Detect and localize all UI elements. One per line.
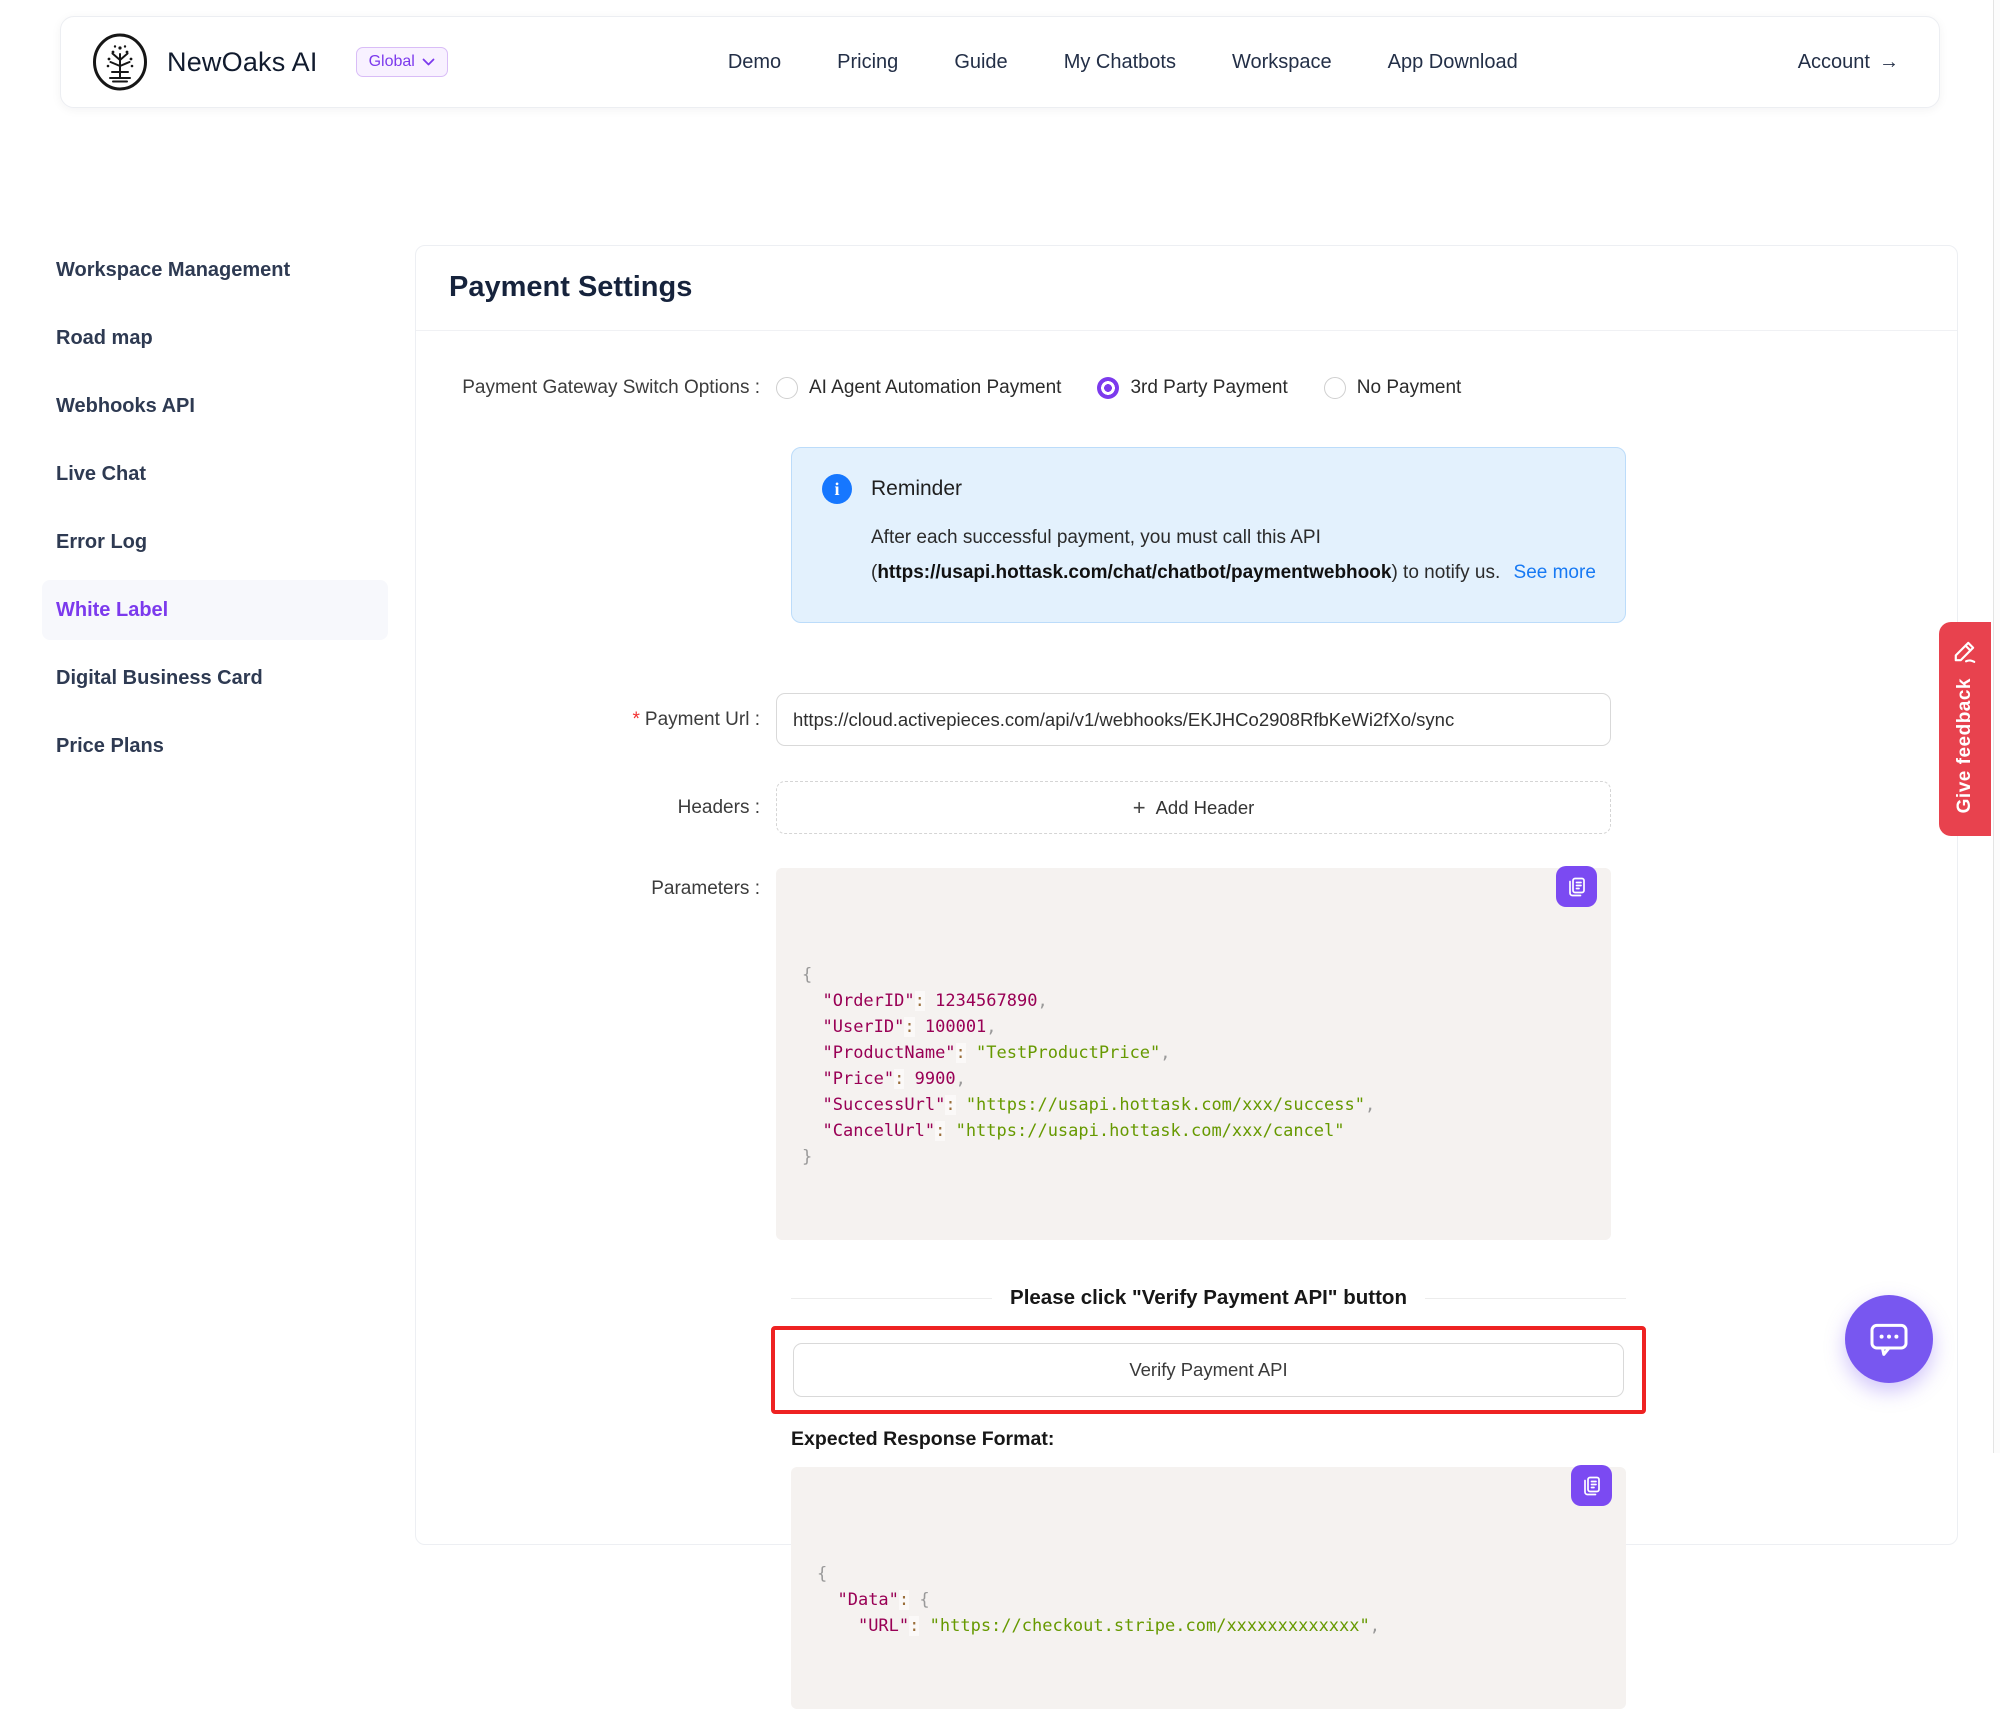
sidebar-item-webhooks-api[interactable]: Webhooks API [42,376,388,436]
main-nav: Demo Pricing Guide My Chatbots Workspace… [728,51,1518,74]
radio-no-payment[interactable]: No Payment [1324,377,1462,399]
radio-checked-icon [1097,377,1119,399]
expected-response-code-block: { "Data": { "URL": "https://checkout.str… [791,1467,1626,1709]
sidebar-item-road-map[interactable]: Road map [42,308,388,368]
verify-payment-api-button[interactable]: Verify Payment API [793,1343,1624,1397]
headers-row: Headers : + Add Header [416,781,1957,834]
chat-widget-button[interactable] [1845,1295,1933,1383]
verify-instruction-text: Please click "Verify Payment API" button [1010,1286,1407,1310]
payment-url-input[interactable] [776,693,1611,746]
chevron-down-icon [422,58,435,67]
reminder-alert: i Reminder After each successful payment… [791,447,1626,623]
reminder-api-url: https://usapi.hottask.com/chat/chatbot/p… [877,562,1391,583]
region-selector[interactable]: Global [356,47,448,77]
gateway-radio-group: AI Agent Automation Payment 3rd Party Pa… [776,377,1611,399]
arrow-right-icon: → [1879,51,1899,74]
settings-sidebar: Workspace Management Road map Webhooks A… [42,240,388,784]
brand: NewOaks AI Global [91,33,448,91]
account-link[interactable]: Account → [1798,51,1899,74]
add-header-button[interactable]: + Add Header [776,781,1611,834]
sidebar-item-price-plans[interactable]: Price Plans [42,716,388,776]
gateway-switch-label: Payment Gateway Switch Options : [416,377,776,399]
info-icon: i [822,474,852,504]
plus-icon: + [1133,797,1146,819]
sidebar-item-error-log[interactable]: Error Log [42,512,388,572]
payment-url-label: *Payment Url : [416,709,776,731]
payment-url-row: *Payment Url : [416,693,1957,746]
expected-response-label: Expected Response Format: [791,1428,1957,1451]
nav-item-workspace[interactable]: Workspace [1232,51,1332,74]
nav-item-guide[interactable]: Guide [954,51,1007,74]
feedback-label: Give feedback [1954,678,1976,813]
radio-unchecked-icon [776,377,798,399]
pencil-icon [1952,638,1978,664]
radio-3rd-party-payment[interactable]: 3rd Party Payment [1097,377,1287,399]
parameters-label: Parameters : [416,868,776,900]
account-label: Account [1798,51,1870,74]
see-more-link[interactable]: See more [1514,562,1596,583]
card-header: Payment Settings [416,246,1957,331]
headers-label: Headers : [416,797,776,819]
nav-item-app-download[interactable]: App Download [1388,51,1518,74]
nav-item-my-chatbots[interactable]: My Chatbots [1064,51,1176,74]
parameters-code-block: { "OrderID": 1234567890, "UserID": 10000… [776,868,1611,1240]
gateway-switch-row: Payment Gateway Switch Options : AI Agen… [416,377,1957,399]
reminder-title: Reminder [871,477,962,501]
top-navigation-bar: NewOaks AI Global Demo Pricing Guide My … [60,16,1940,108]
brand-name: NewOaks AI [167,47,318,78]
sidebar-item-workspace-management[interactable]: Workspace Management [42,240,388,300]
sidebar-item-digital-business-card[interactable]: Digital Business Card [42,648,388,708]
give-feedback-tab[interactable]: Give feedback [1939,622,1991,836]
nav-item-pricing[interactable]: Pricing [837,51,898,74]
newoaks-logo-icon [91,33,149,91]
region-label: Global [369,53,415,71]
required-asterisk: * [633,709,640,730]
page-title: Payment Settings [449,271,692,303]
copy-icon[interactable] [1556,866,1597,907]
scrollbar[interactable] [1993,0,2000,1453]
parameters-row: Parameters : { "OrderID": 1234567890, "U… [416,868,1957,1240]
radio-unchecked-icon [1324,377,1346,399]
verify-instruction-divider: Please click "Verify Payment API" button [791,1286,1626,1310]
reminder-body: After each successful payment, you must … [871,520,1607,590]
radio-ai-agent-automation-payment[interactable]: AI Agent Automation Payment [776,377,1061,399]
annotation-highlight-box: Verify Payment API [771,1326,1646,1414]
chat-bubble-icon [1865,1315,1913,1363]
nav-item-demo[interactable]: Demo [728,51,781,74]
payment-settings-card: Payment Settings Payment Gateway Switch … [415,245,1958,1545]
sidebar-item-live-chat[interactable]: Live Chat [42,444,388,504]
copy-icon[interactable] [1571,1465,1612,1506]
sidebar-item-white-label[interactable]: White Label [42,580,388,640]
